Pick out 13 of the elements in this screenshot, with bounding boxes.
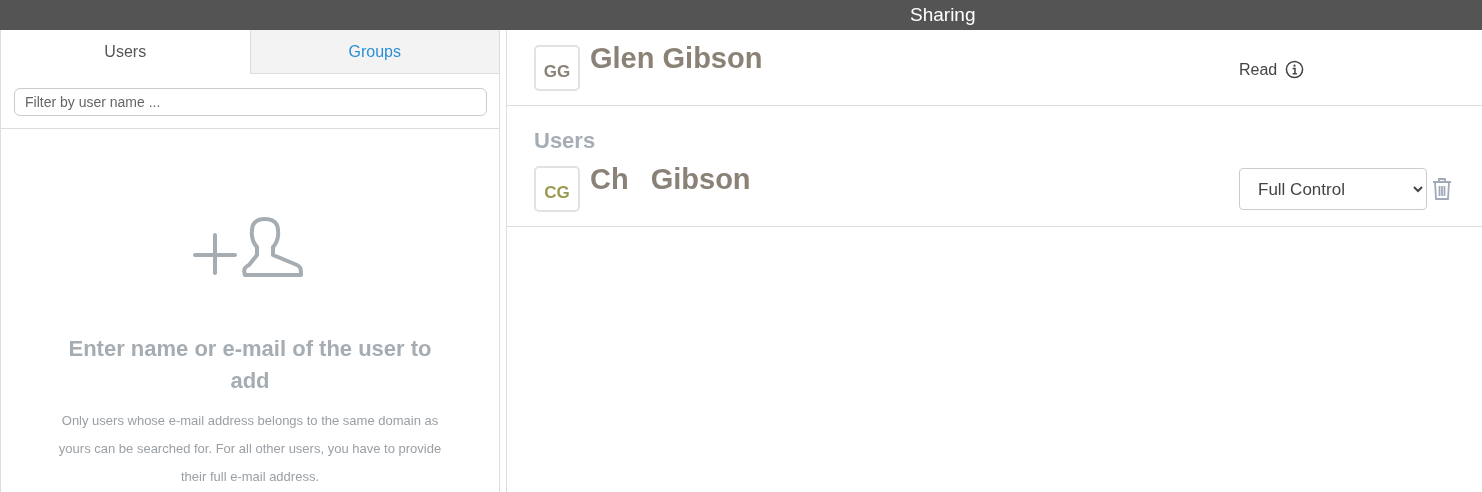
filter-field[interactable]: Filter by user name ... <box>14 88 487 116</box>
empty-state-text: Only users whose e-mail address belongs to the same domain as yours can be searched for. For all other users, you have to provide their full e-mail address. <box>57 412 443 486</box>
user-name: Gibson <box>650 163 751 196</box>
window-title: Sharing <box>910 4 976 26</box>
initials-avatar: CG <box>534 166 580 212</box>
initials-avatar: GG <box>534 45 580 91</box>
info-icon[interactable] <box>1285 60 1305 79</box>
section-heading: Users <box>533 127 597 154</box>
permission-select[interactable]: Full Control <box>1239 168 1427 210</box>
empty-state-heading: Enter name or e-mail of the user to add <box>67 335 433 395</box>
permission-label: Read <box>1239 60 1278 79</box>
user-name: Glen Gibson <box>590 42 763 75</box>
user-name: Ch <box>590 163 629 196</box>
